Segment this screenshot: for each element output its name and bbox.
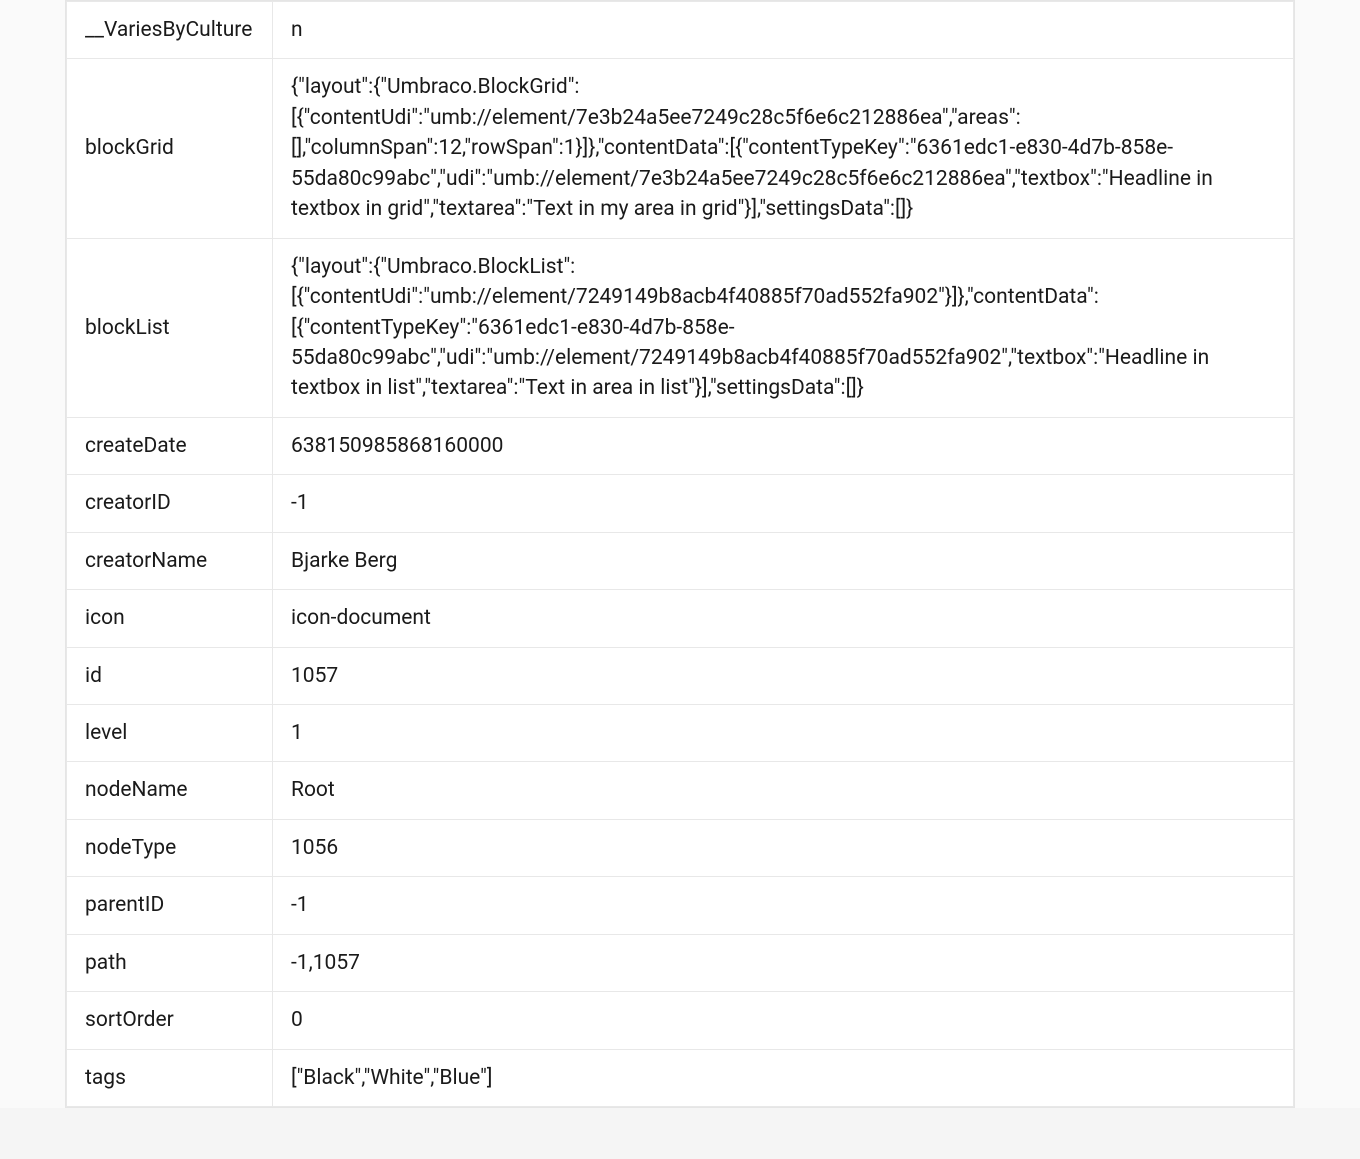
properties-tbody: __VariesByCulture n blockGrid {"layout":… [67,2,1294,1107]
table-row: nodeName Root [67,762,1294,819]
property-key: tags [67,1049,273,1106]
property-value: ["Black","White","Blue"] [273,1049,1294,1106]
property-value: {"layout":{"Umbraco.BlockList":[{"conten… [273,238,1294,417]
property-key: __VariesByCulture [67,2,273,59]
property-key: icon [67,590,273,647]
table-row: path -1,1057 [67,934,1294,991]
table-row: blockList {"layout":{"Umbraco.BlockList"… [67,238,1294,417]
property-key: id [67,647,273,704]
properties-table: __VariesByCulture n blockGrid {"layout":… [66,1,1294,1107]
property-key: sortOrder [67,992,273,1049]
property-value: 0 [273,992,1294,1049]
property-key: creatorID [67,475,273,532]
property-value: n [273,2,1294,59]
table-row: sortOrder 0 [67,992,1294,1049]
properties-table-container: __VariesByCulture n blockGrid {"layout":… [65,0,1295,1108]
table-row: icon icon-document [67,590,1294,647]
table-row: parentID -1 [67,877,1294,934]
property-value: -1 [273,475,1294,532]
property-value: icon-document [273,590,1294,647]
table-row: tags ["Black","White","Blue"] [67,1049,1294,1106]
property-value: Root [273,762,1294,819]
page-container: __VariesByCulture n blockGrid {"layout":… [0,0,1360,1108]
property-key: creatorName [67,532,273,589]
table-row: level 1 [67,705,1294,762]
property-key: path [67,934,273,991]
table-row: creatorID -1 [67,475,1294,532]
table-row: createDate 638150985868160000 [67,417,1294,474]
property-key: createDate [67,417,273,474]
property-value: -1 [273,877,1294,934]
property-value: 638150985868160000 [273,417,1294,474]
property-value: 1056 [273,819,1294,876]
property-key: blockGrid [67,59,273,238]
property-key: parentID [67,877,273,934]
table-row: creatorName Bjarke Berg [67,532,1294,589]
property-key: nodeName [67,762,273,819]
table-row: __VariesByCulture n [67,2,1294,59]
property-key: blockList [67,238,273,417]
property-value: Bjarke Berg [273,532,1294,589]
table-row: id 1057 [67,647,1294,704]
property-value: -1,1057 [273,934,1294,991]
property-key: nodeType [67,819,273,876]
property-value: 1 [273,705,1294,762]
table-row: blockGrid {"layout":{"Umbraco.BlockGrid"… [67,59,1294,238]
property-value: {"layout":{"Umbraco.BlockGrid":[{"conten… [273,59,1294,238]
table-row: nodeType 1056 [67,819,1294,876]
property-key: level [67,705,273,762]
property-value: 1057 [273,647,1294,704]
